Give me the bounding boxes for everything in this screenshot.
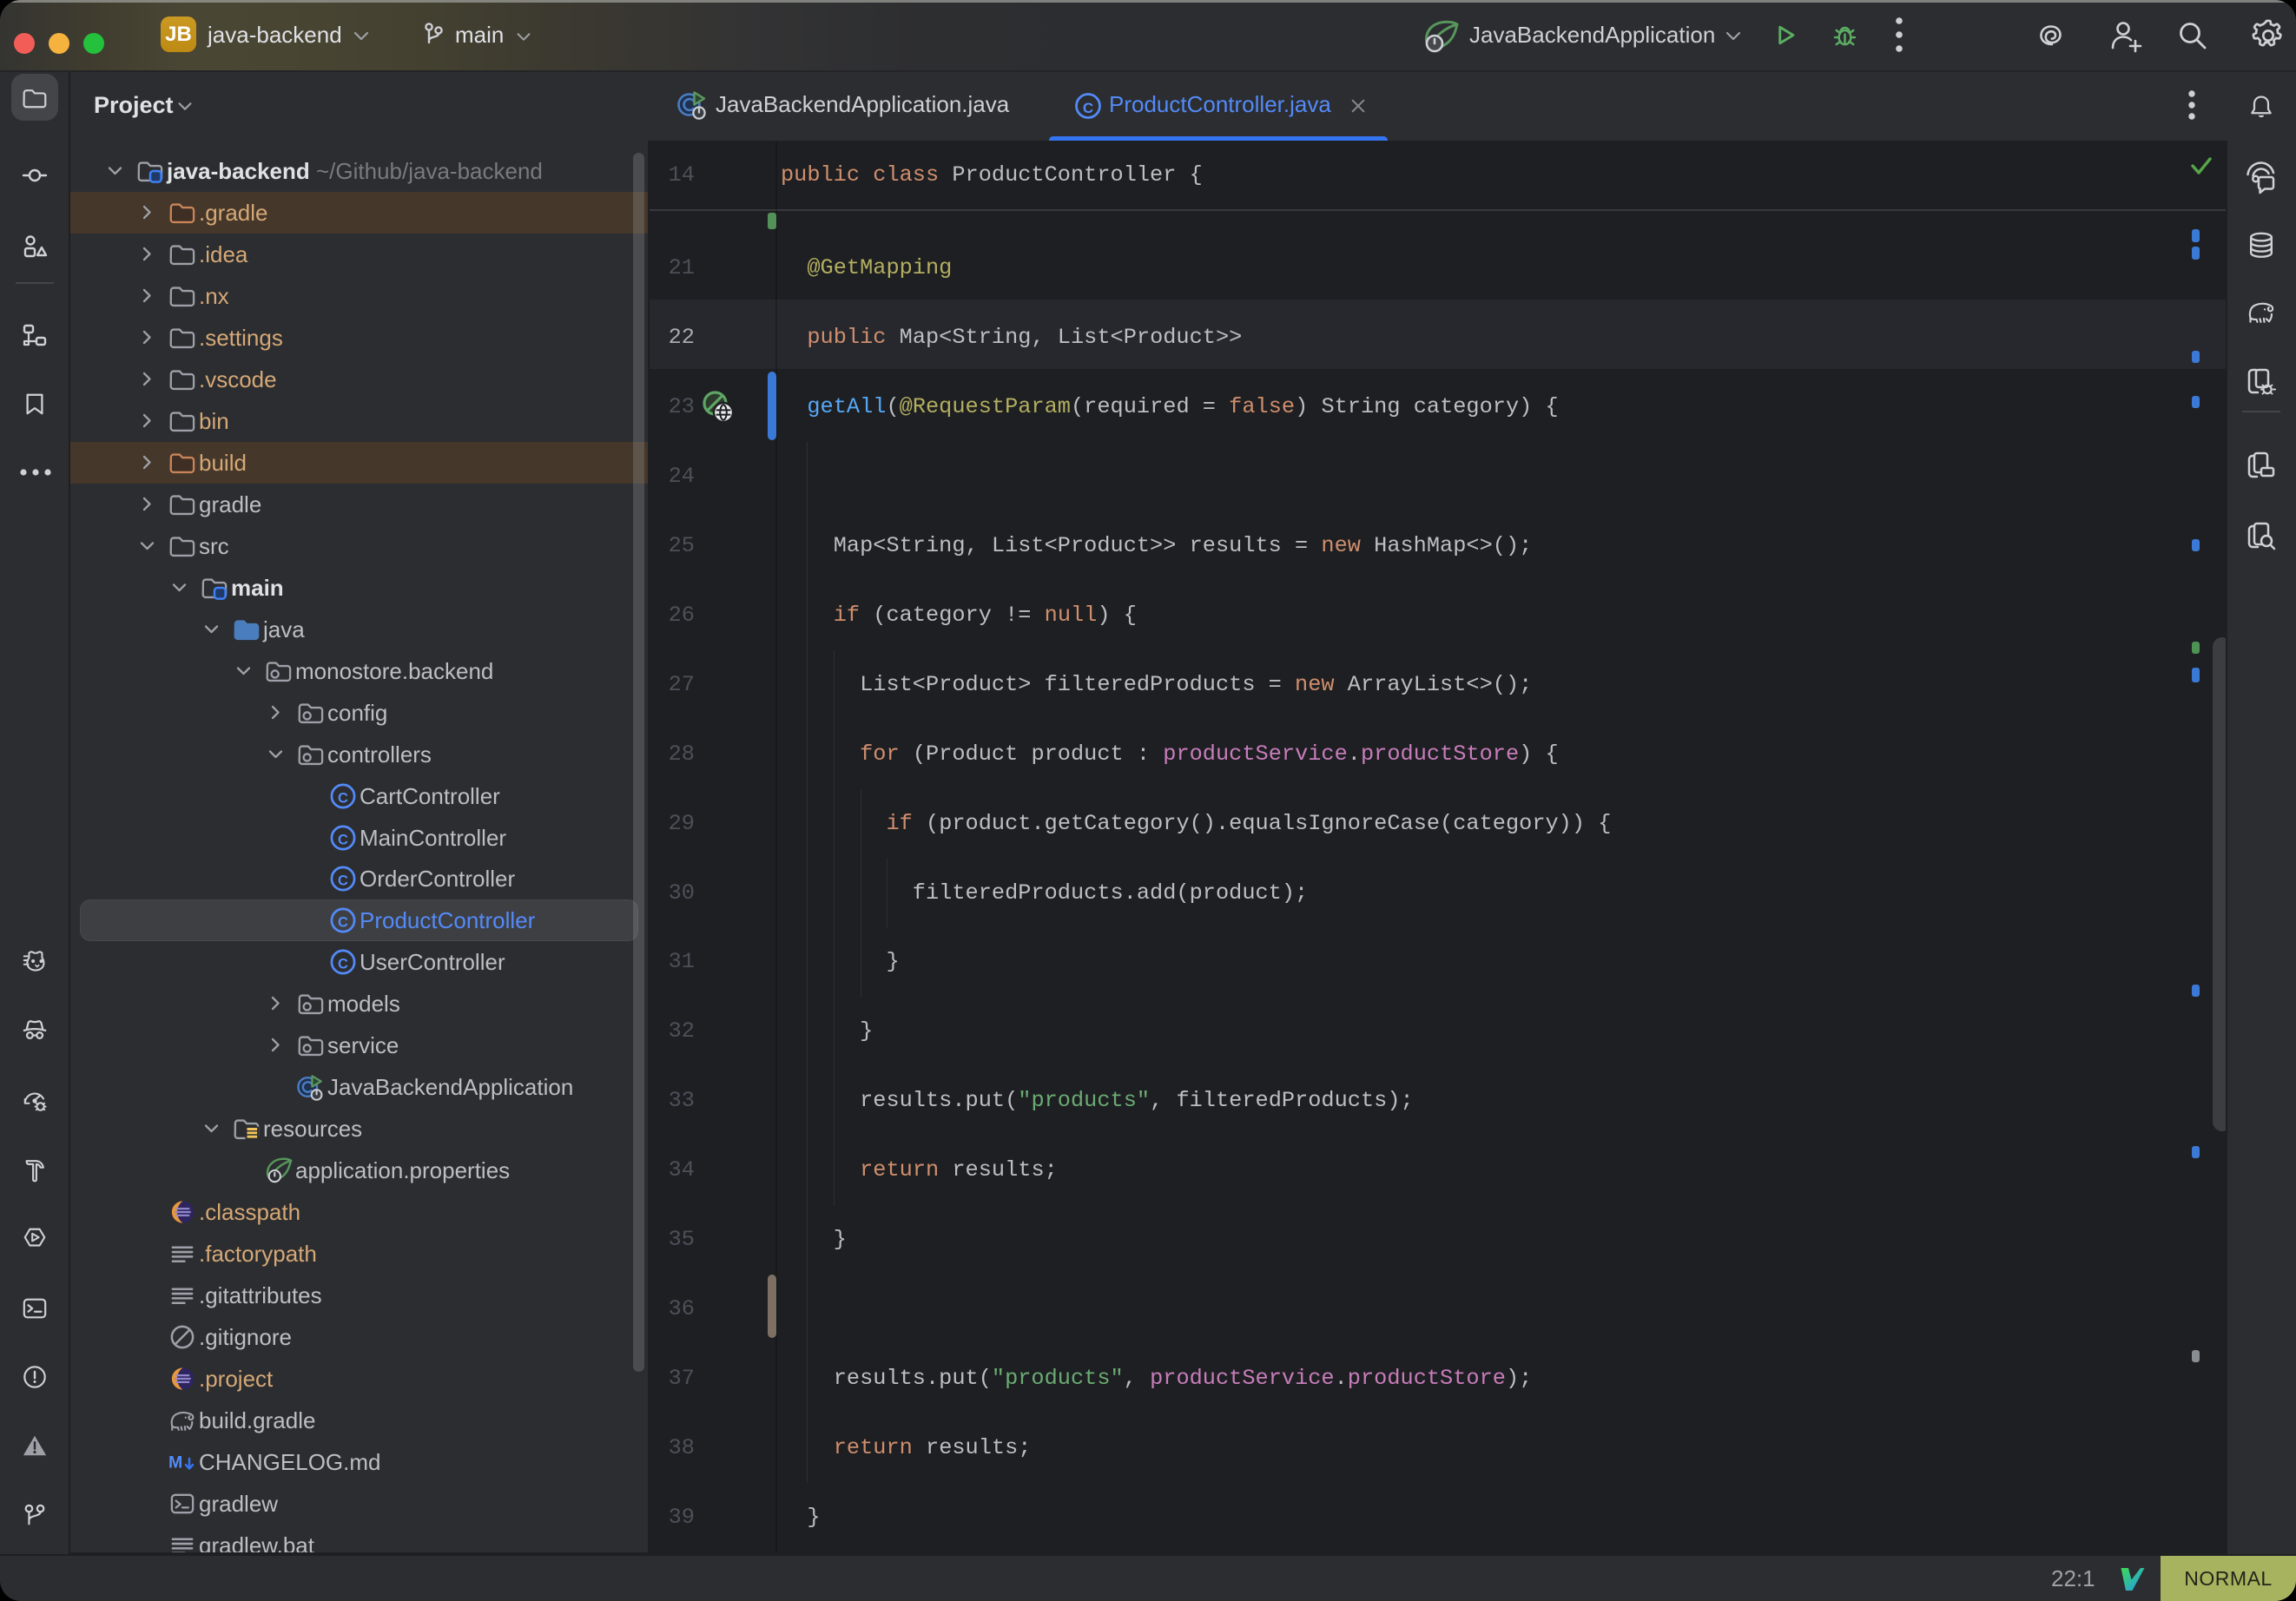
svg-text:C: C: [338, 873, 348, 889]
svg-text:C: C: [338, 832, 348, 847]
svg-text:M: M: [168, 1453, 182, 1473]
svg-text:C: C: [338, 790, 348, 806]
svg-text:C: C: [338, 915, 348, 931]
svg-text:C: C: [338, 957, 348, 972]
svg-text:C: C: [1083, 100, 1093, 116]
